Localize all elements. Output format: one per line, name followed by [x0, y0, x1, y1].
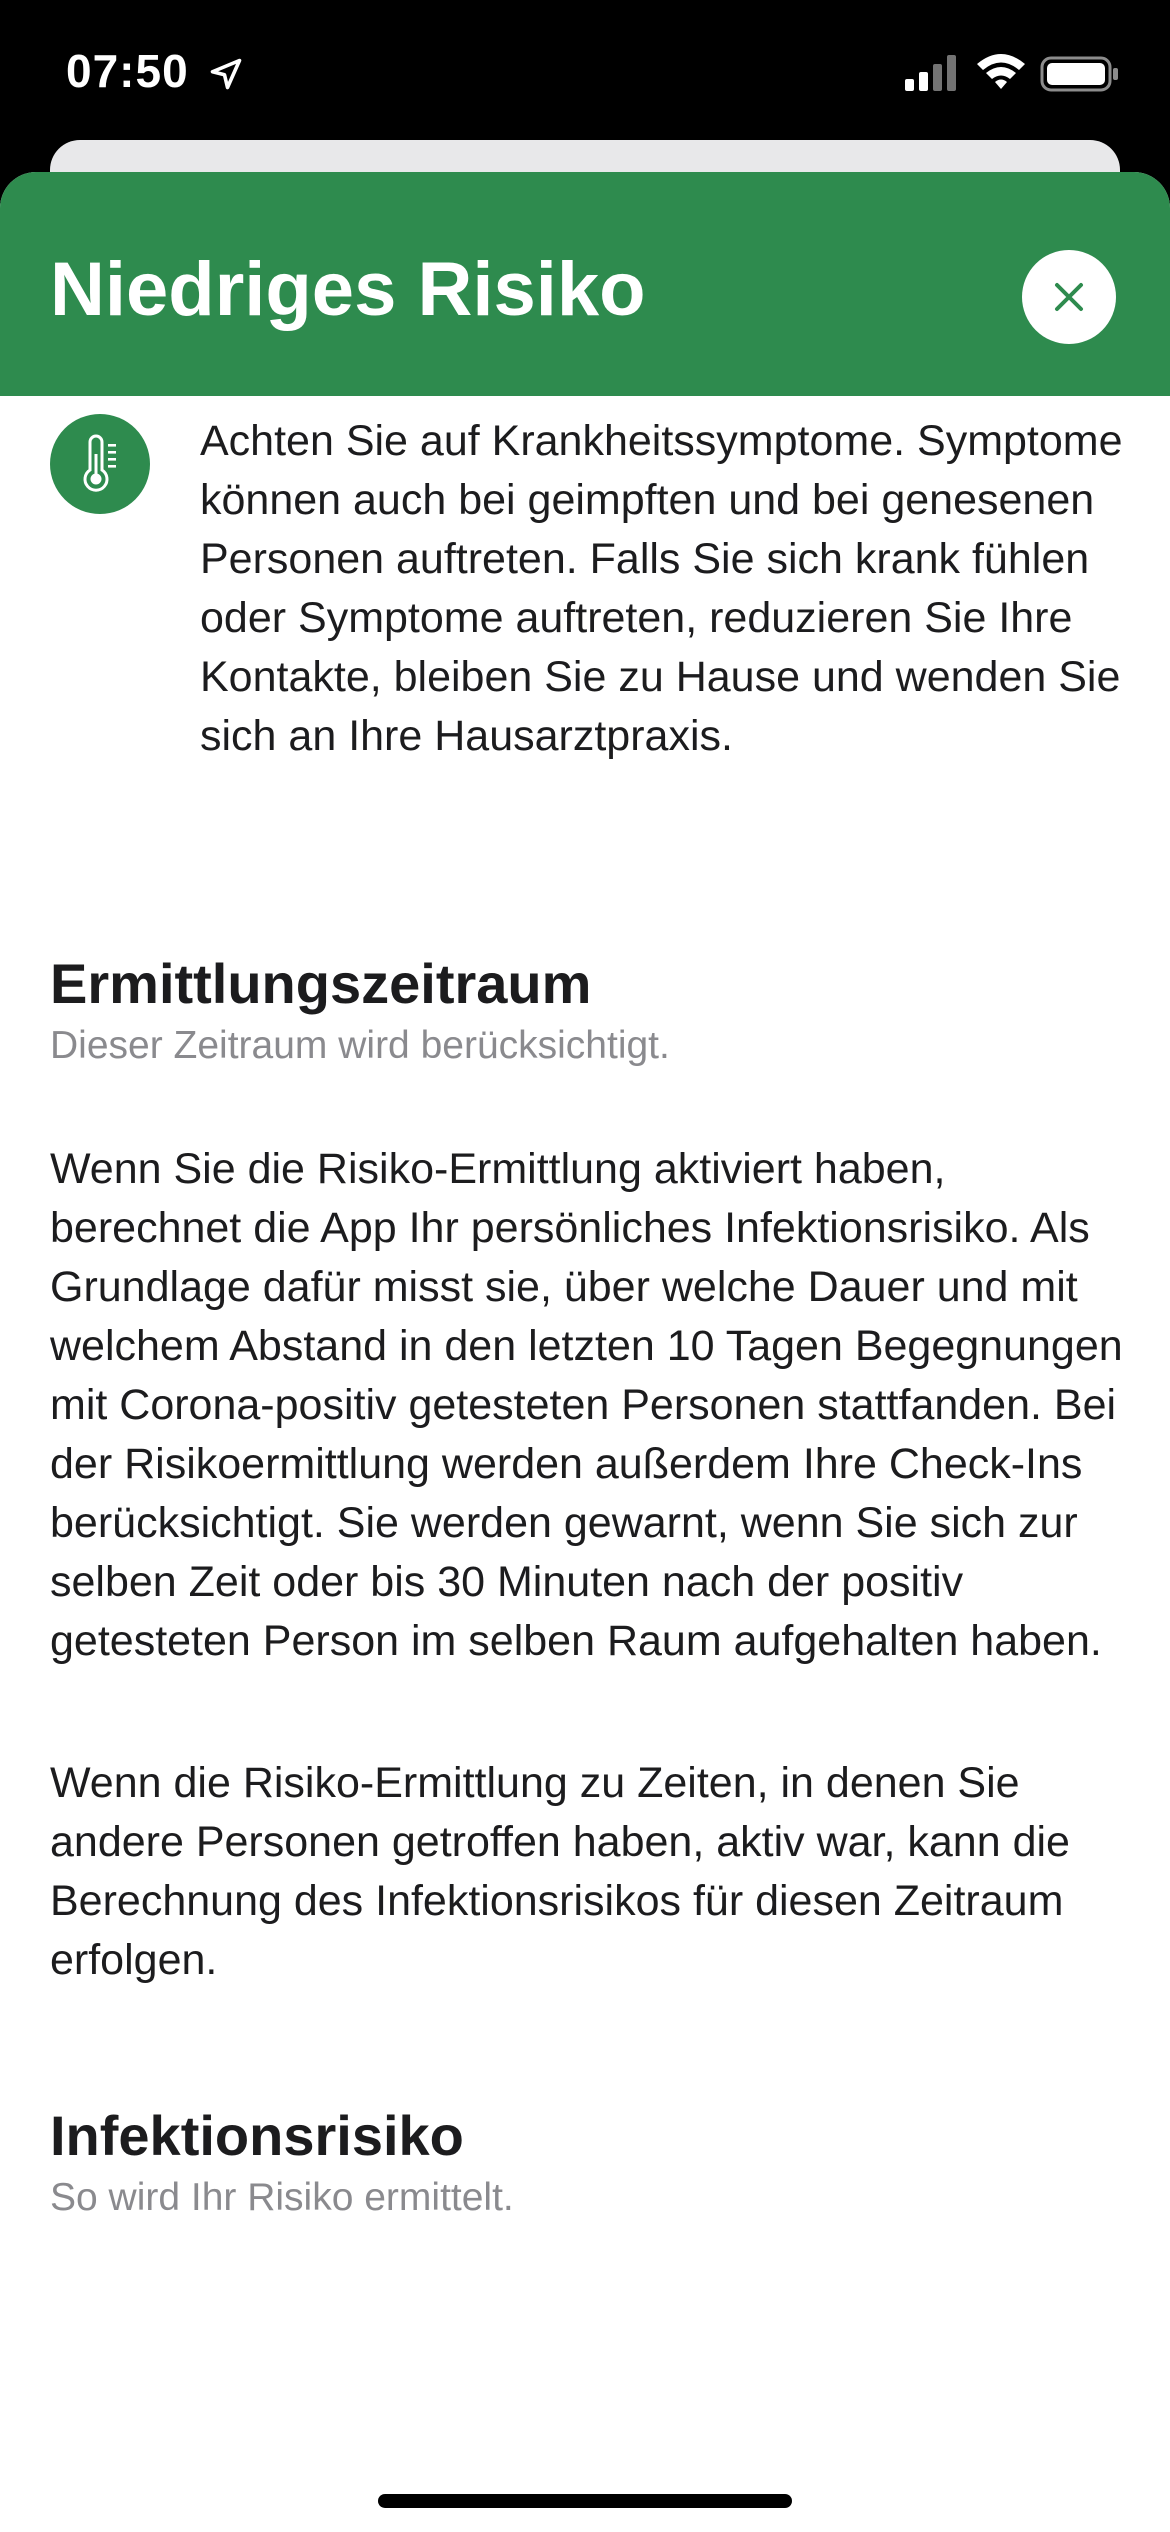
- screen: 07:50 Niedriges Risiko Achten Sie auf Kr…: [0, 0, 1170, 2532]
- page-title: Niedriges Risiko: [50, 247, 646, 332]
- risk-detail-sheet[interactable]: Niedriges Risiko Achten Sie auf Krankhei…: [0, 172, 1170, 2532]
- thermometer-badge: [50, 414, 150, 514]
- section-title-infektionsrisiko: Infektionsrisiko: [50, 2104, 464, 2167]
- location-arrow-icon: [210, 58, 242, 90]
- paragraph-risk-detection: Wenn Sie die Risiko-Ermittlung aktiviert…: [50, 1145, 1123, 1665]
- battery-icon: [1040, 56, 1118, 92]
- section-title-ermittlungszeitraum: Ermittlungszeitraum: [50, 952, 592, 1015]
- symptom-text: Achten Sie auf Krankheitssymptome. Sympt…: [200, 417, 1123, 760]
- home-indicator[interactable]: [378, 2494, 792, 2508]
- close-button[interactable]: [1022, 250, 1116, 344]
- paragraph-calculation-period: Wenn die Risiko-Ermittlung zu Zeiten, in…: [50, 1759, 1070, 1984]
- status-time: 07:50: [66, 45, 189, 97]
- thermometer-icon: [83, 434, 116, 492]
- status-bar: 07:50: [0, 0, 1170, 145]
- wifi-icon: [977, 54, 1025, 89]
- cellular-signal-icon: [905, 55, 956, 91]
- sheet-header: Niedriges Risiko: [0, 172, 1170, 396]
- section-subtitle-ermittlungszeitraum: Dieser Zeitraum wird berücksichtigt.: [50, 1024, 670, 1067]
- close-icon: [1055, 283, 1083, 311]
- section-subtitle-infektionsrisiko: So wird Ihr Risiko ermittelt.: [50, 2176, 514, 2219]
